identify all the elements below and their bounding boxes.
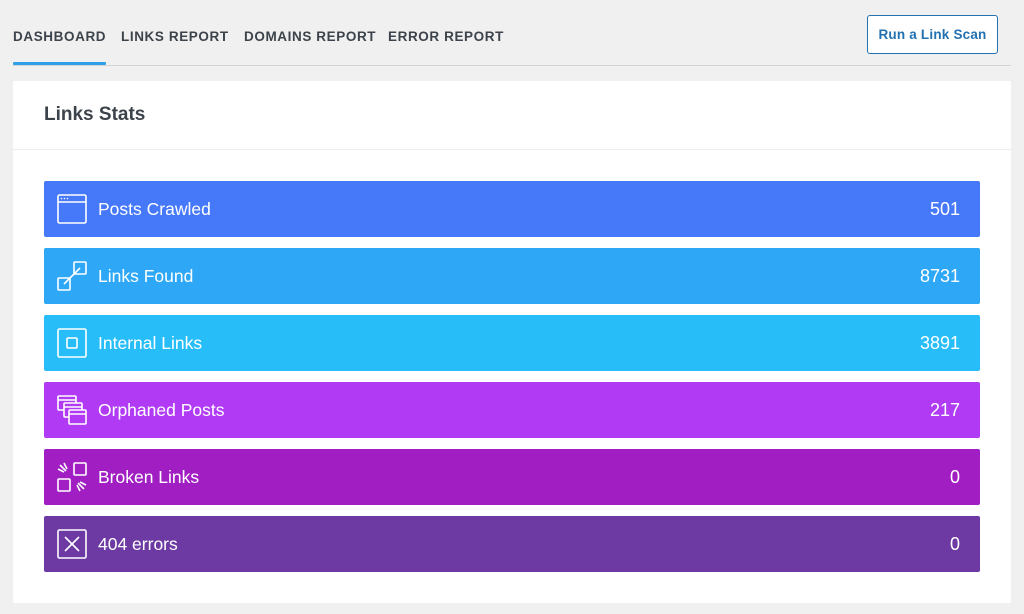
- broken-link-icon: [56, 461, 88, 493]
- stat-value: 501: [929, 198, 960, 219]
- stat-label: Posts Crawled: [98, 198, 211, 219]
- top-navigation: DASHBOARD LINKS REPORT DOMAINS REPORT ER…: [13, 0, 1011, 66]
- run-link-scan-button[interactable]: Run a Link Scan: [867, 15, 998, 54]
- stat-value: 3891: [919, 332, 960, 353]
- tab-error-report[interactable]: ERROR REPORT: [388, 29, 504, 44]
- panel-header: Links Stats: [13, 81, 1011, 150]
- x-box-icon: [56, 528, 88, 560]
- stat-label: Broken Links: [98, 466, 200, 487]
- stat-label: Orphaned Posts: [98, 399, 225, 420]
- stat-value: 8731: [919, 265, 960, 286]
- stat-row-orphaned-posts[interactable]: Orphaned Posts 217: [44, 382, 980, 438]
- stat-label: Internal Links: [98, 332, 203, 353]
- tab-dashboard[interactable]: DASHBOARD: [13, 29, 107, 65]
- links-stats-panel: Links Stats Posts Crawled 501 Links Foun…: [13, 81, 1011, 603]
- internal-square-icon: [56, 327, 88, 359]
- link-squares-icon: [56, 260, 88, 292]
- stat-row-404-errors[interactable]: 404 errors 0: [44, 516, 980, 572]
- stat-value: 0: [949, 466, 960, 487]
- stat-list: Posts Crawled 501 Links Found 8731 Inter…: [44, 181, 980, 583]
- stat-row-internal-links[interactable]: Internal Links 3891: [44, 315, 980, 371]
- tab-links-report[interactable]: LINKS REPORT: [121, 29, 229, 44]
- browser-window-icon: [56, 193, 88, 225]
- stacked-windows-icon: [56, 394, 88, 426]
- stat-row-links-found[interactable]: Links Found 8731: [44, 248, 980, 304]
- stat-value: 217: [929, 399, 960, 420]
- stat-row-broken-links[interactable]: Broken Links 0: [44, 449, 980, 505]
- panel-title: Links Stats: [44, 104, 146, 125]
- tab-domains-report[interactable]: DOMAINS REPORT: [244, 29, 376, 44]
- stat-row-posts-crawled[interactable]: Posts Crawled 501: [44, 181, 980, 237]
- stat-label: Links Found: [98, 265, 194, 286]
- stat-label: 404 errors: [98, 533, 178, 554]
- stat-value: 0: [949, 533, 960, 554]
